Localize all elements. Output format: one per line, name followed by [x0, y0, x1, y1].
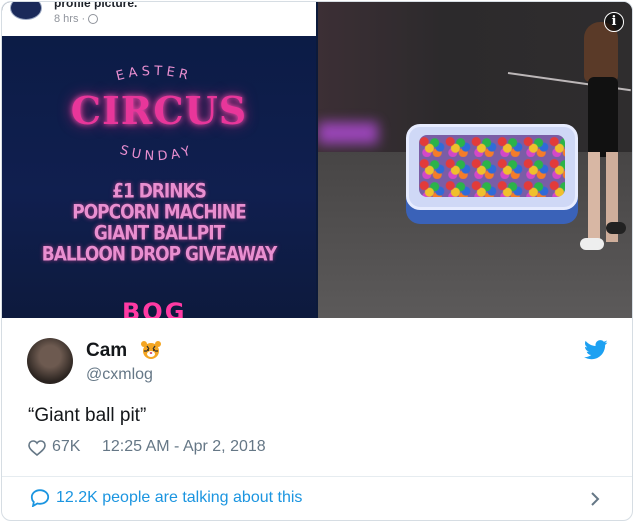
speech-bubble-icon — [30, 489, 50, 507]
heart-icon[interactable] — [28, 440, 46, 456]
poster-sunday-text: SUNDAY — [118, 143, 196, 164]
event-poster-image[interactable]: profile picture. 8 hrs · EASTER CIRCUS S… — [2, 2, 316, 318]
tweet-media[interactable]: profile picture. 8 hrs · EASTER CIRCUS S… — [2, 2, 632, 318]
facebook-post-caption: profile picture. — [54, 2, 138, 10]
poster-offer: BALLOON DROP GIVEAWAY — [41, 243, 278, 267]
person-shoe — [606, 222, 626, 234]
inflatable-ball-pit — [406, 124, 578, 210]
photo-neon-light — [318, 122, 378, 144]
conversation-link[interactable]: 12.2K people are talking about this — [2, 477, 632, 520]
ball-pit-photo[interactable]: i — [318, 2, 632, 318]
person-shoe — [580, 238, 604, 250]
avatar[interactable] — [27, 338, 73, 384]
standing-person — [580, 22, 626, 262]
facebook-post-time: 8 hrs · — [54, 13, 99, 25]
facebook-post-header: profile picture. 8 hrs · — [2, 2, 316, 36]
display-name[interactable]: Cam — [86, 340, 127, 362]
tiger-face-icon — [141, 341, 161, 359]
person-leg — [588, 152, 600, 242]
globe-icon — [88, 14, 99, 25]
plastic-balls — [419, 135, 565, 197]
poster-offers-list: £1 DRINKS POPCORN MACHINE GIANT BALLPIT … — [2, 180, 316, 267]
svg-text:EASTER: EASTER — [115, 64, 194, 84]
twitter-bird-icon[interactable] — [584, 340, 608, 360]
chevron-right-icon[interactable] — [590, 491, 600, 507]
svg-text:SUNDAY: SUNDAY — [118, 143, 196, 164]
like-count[interactable]: 67K — [52, 438, 80, 456]
person-body — [588, 77, 618, 157]
page-avatar — [10, 2, 42, 20]
user-handle[interactable]: @cxmlog — [86, 366, 153, 384]
venue-logo: BOG — [122, 298, 187, 318]
info-icon[interactable]: i — [604, 12, 624, 32]
poster-circus-title: CIRCUS — [70, 88, 248, 133]
conversation-count-text[interactable]: 12.2K people are talking about this — [56, 489, 302, 507]
tweet-timestamp[interactable]: 12:25 AM - Apr 2, 2018 — [102, 438, 266, 456]
tweet-text: “Giant ball pit” — [28, 405, 147, 426]
embedded-tweet: profile picture. 8 hrs · EASTER CIRCUS S… — [1, 1, 633, 521]
